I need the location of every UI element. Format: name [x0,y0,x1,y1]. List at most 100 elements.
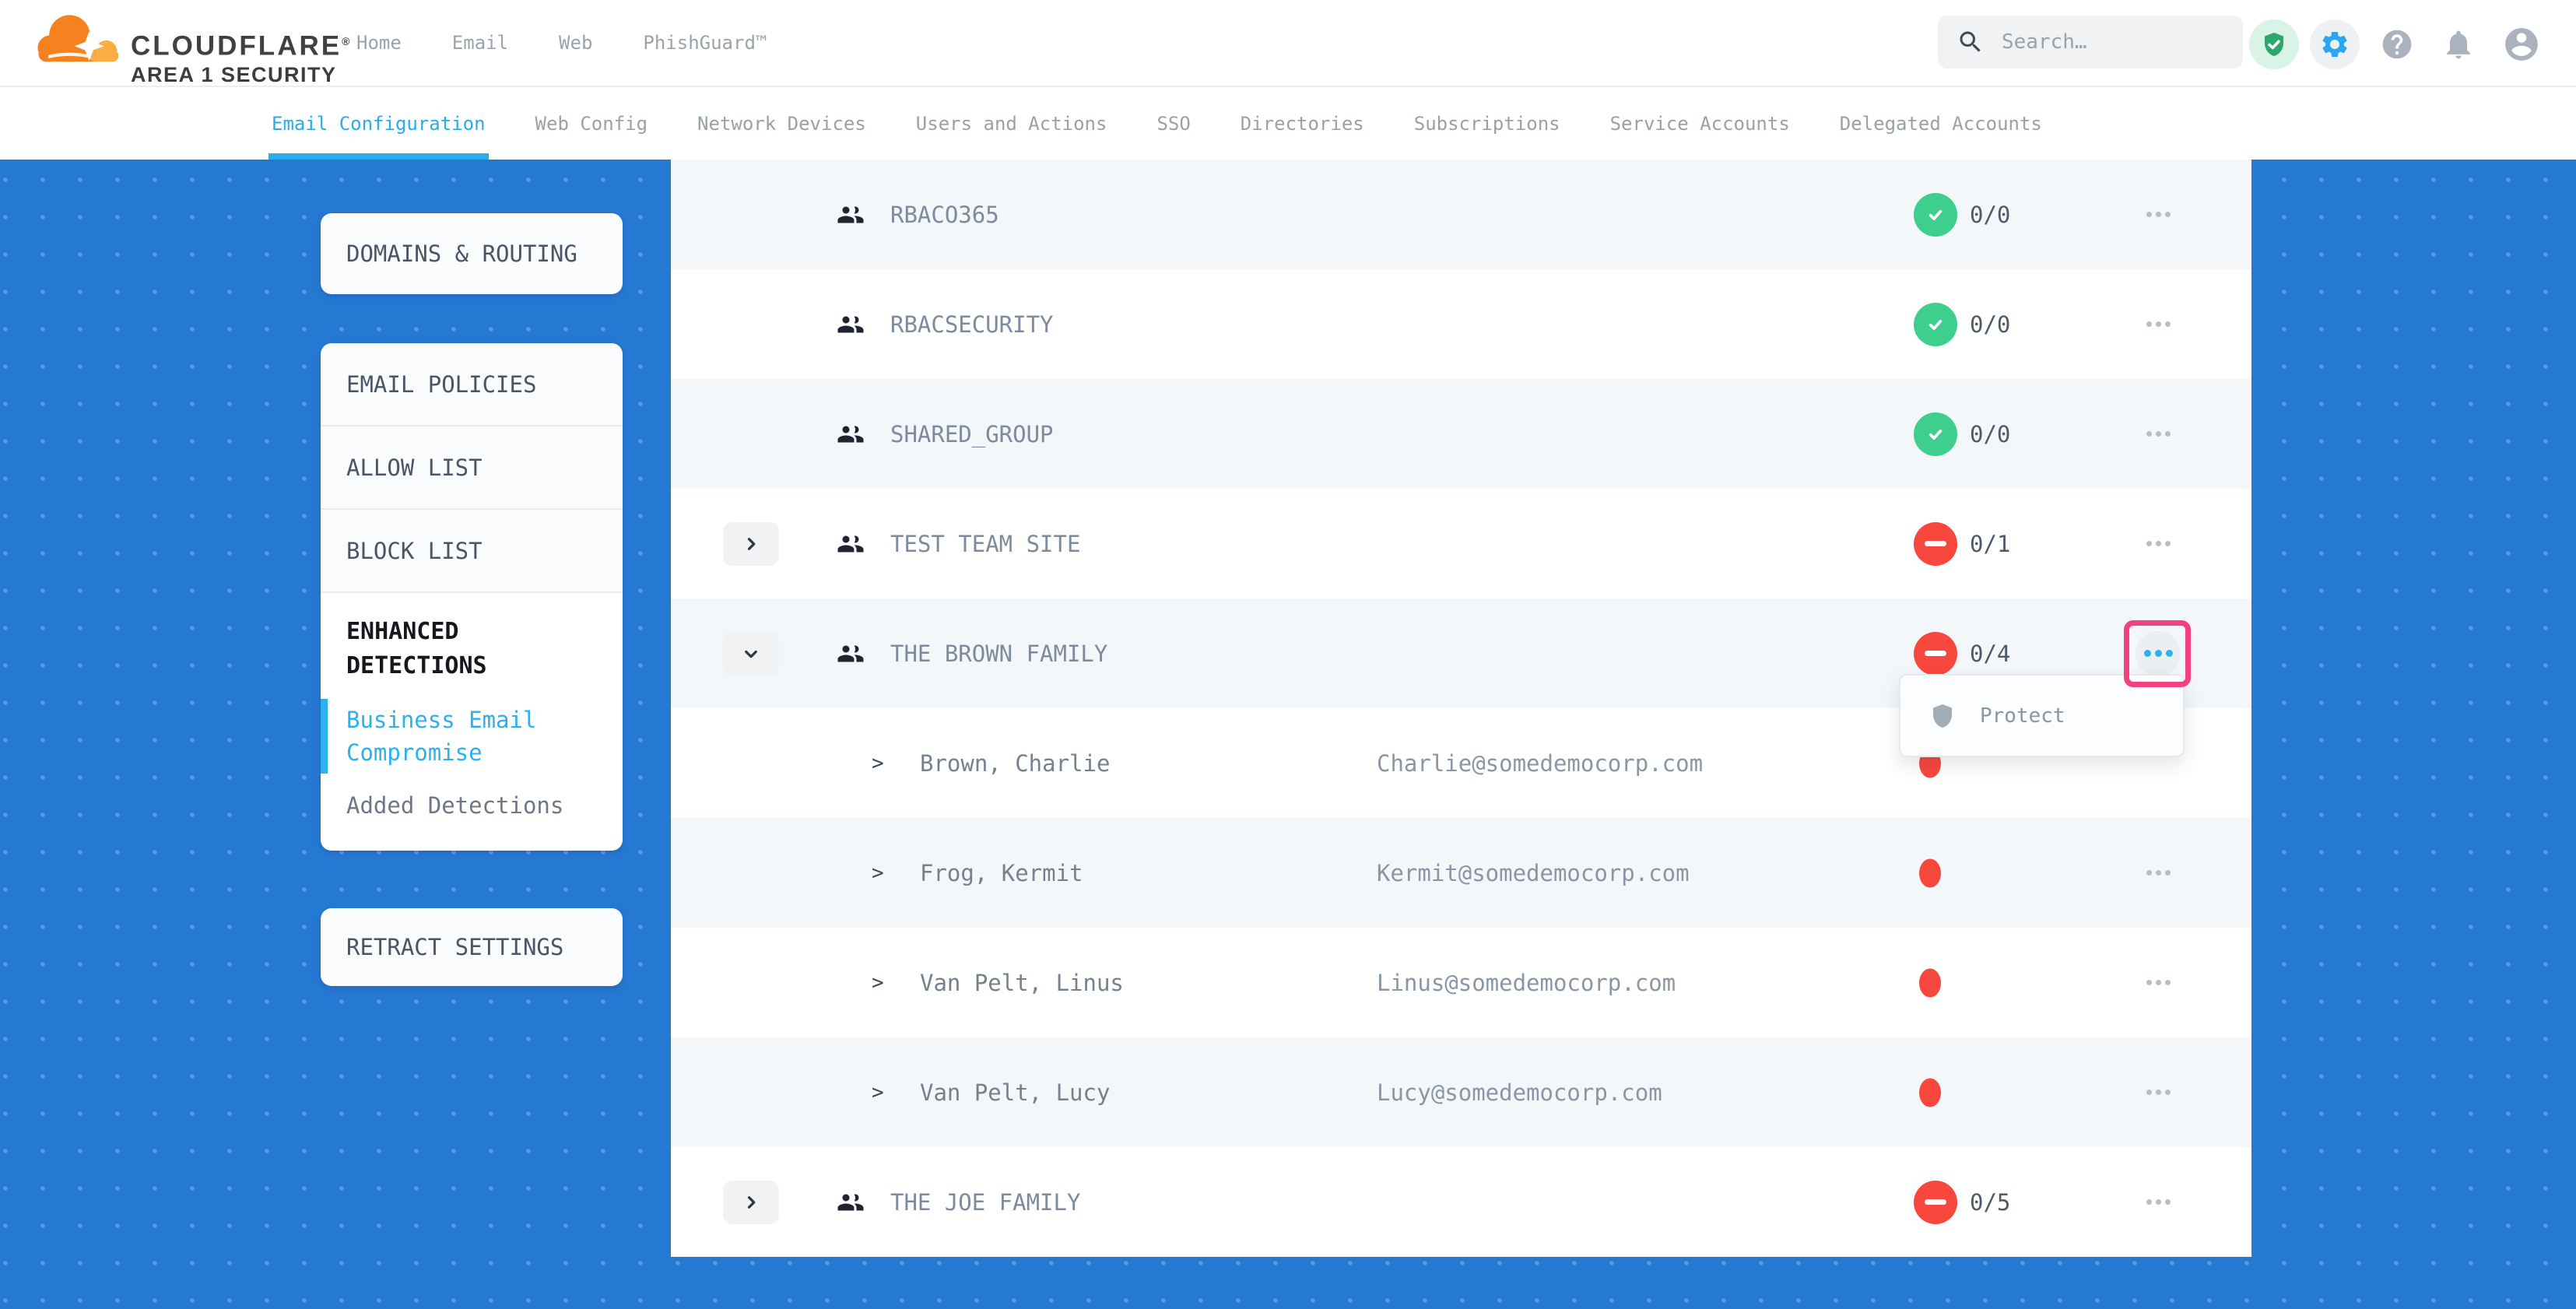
table-row-shared-group: SHARED_GROUP0/0 [671,379,2251,489]
protection-status-button[interactable] [2249,19,2299,69]
tab-directories[interactable]: Directories [1241,87,1364,160]
search-icon [1957,28,1985,56]
area1-security-app: CLOUDFLARE® AREA 1 SECURITY Home Email Web… [0,0,2576,1309]
chevron-right-icon [739,532,763,556]
search-input[interactable] [2000,30,2221,54]
nav-item-home[interactable]: Home [356,32,402,54]
member-name: Frog, Kermit [920,860,1083,886]
ellipsis-icon [2155,650,2162,657]
sidebar-item-business-email-compromise[interactable]: Business Email Compromise [346,704,597,769]
tab-service-accounts[interactable]: Service Accounts [1610,87,1790,160]
tab-sso[interactable]: SSO [1156,87,1190,160]
ellipsis-icon [2146,321,2152,327]
tab-users-and-actions[interactable]: Users and Actions [916,87,1107,160]
status-alert-dot [1919,858,1941,887]
member-name: Van Pelt, Linus [920,970,1124,996]
group-name: THE JOE FAMILY [890,1189,1080,1216]
sidebar-item-enhanced-detections[interactable]: ENHANCED DETECTIONS [346,615,597,683]
expand-row-button[interactable] [723,1181,779,1224]
row-actions-button[interactable] [2136,521,2181,567]
shield-icon [1928,702,1957,730]
sidebar-policies-card: EMAIL POLICIESALLOW LISTBLOCK LIST ENHAN… [321,343,623,851]
groups-table: Protect RBACO3650/0RBACSECURITY0/0SHARED… [671,160,2251,1257]
status-ok-icon [1914,412,1957,456]
sidebar-item-retract-settings[interactable]: RETRACT SETTINGS [321,908,623,986]
ellipsis-icon [2156,321,2161,327]
ellipsis-icon [2156,212,2161,217]
notifications-button[interactable] [2441,27,2476,61]
ellipsis-icon [2156,1090,2161,1095]
member-name: Brown, Charlie [920,750,1110,777]
table-row-frog-kermit: >Frog, KermitKermit@somedemocorp.com [671,818,2251,928]
cloudflare-brand[interactable]: CLOUDFLARE® AREA 1 SECURITY [36,9,349,86]
table-row-test-team-site: TEST TEAM SITE0/1 [671,489,2251,598]
row-actions-button[interactable] [2136,412,2181,457]
row-actions-button[interactable] [2136,1180,2181,1225]
row-actions-button[interactable] [2136,631,2181,676]
collapse-row-button[interactable] [723,632,779,676]
ellipsis-icon [2165,1090,2171,1095]
member-chevron-icon[interactable]: > [872,971,884,995]
ellipsis-icon [2146,212,2152,217]
bell-icon [2441,27,2476,61]
member-chevron-icon[interactable]: > [872,1081,884,1104]
brand-wordmark: CLOUDFLARE [131,31,342,61]
sidebar-item-added-detections[interactable]: Added Detections [346,789,597,822]
sidebar-item-email-policies[interactable]: EMAIL POLICIES [321,343,623,426]
expand-row-button[interactable] [723,522,779,566]
row-actions-button[interactable] [2136,192,2181,237]
nav-item-web[interactable]: Web [559,32,592,54]
tab-email-configuration[interactable]: Email Configuration [272,87,486,160]
status-alert-dot [1919,1078,1941,1107]
group-icon [837,1188,865,1216]
chevron-right-icon [739,1191,763,1214]
check-icon [1922,311,1949,338]
search-box[interactable] [1938,16,2243,68]
brand-text: CLOUDFLARE® AREA 1 SECURITY [131,9,349,86]
tab-web-config[interactable]: Web Config [535,87,648,160]
section-tabbar: Email Configuration Web Config Network Dev… [0,87,2576,160]
help-button[interactable] [2380,27,2414,61]
tab-delegated-accounts[interactable]: Delegated Accounts [1840,87,2042,160]
check-icon [1922,421,1949,447]
ellipsis-icon [2156,431,2161,437]
registered-mark: ® [342,35,349,47]
ellipsis-icon [2146,870,2152,876]
cloudflare-logo-icon [36,9,123,75]
member-chevron-icon[interactable]: > [872,752,884,775]
row-actions-button[interactable] [2136,851,2181,896]
gear-icon [2319,29,2350,60]
ellipsis-icon [2146,1090,2152,1095]
table-row-rbacsecurity: RBACSECURITY 0/0 [671,269,2251,379]
row-actions-button[interactable] [2136,960,2181,1005]
settings-button[interactable] [2310,19,2360,69]
group-name: RBACSECURITY [890,311,1054,338]
check-icon [1922,202,1949,228]
ellipsis-icon [2156,541,2161,546]
menu-item-protect[interactable]: Protect [1980,704,2065,728]
tab-subscriptions[interactable]: Subscriptions [1414,87,1560,160]
member-name: Van Pelt, Lucy [920,1079,1110,1106]
nav-item-phishguard[interactable]: PhishGuard™ [643,32,767,54]
minus-icon [1925,651,1946,656]
row-actions-button[interactable] [2136,1070,2181,1115]
sidebar-item-block-list[interactable]: BLOCK LIST [321,510,623,593]
member-email: Lucy@somedemocorp.com [1377,1079,1662,1106]
sidebar-item-allow-list[interactable]: ALLOW LIST [321,426,623,510]
sidebar-item-domains-routing[interactable]: DOMAINS & ROUTING [321,213,623,294]
member-chevron-icon[interactable]: > [872,862,884,885]
ellipsis-icon [2146,541,2152,546]
row-context-menu: Protect [1899,674,2185,757]
member-email: Charlie@somedemocorp.com [1377,750,1703,777]
ellipsis-icon [2144,650,2151,657]
tab-network-devices[interactable]: Network Devices [697,87,866,160]
ellipsis-icon [2156,1199,2161,1205]
nav-item-email[interactable]: Email [452,32,508,54]
header-icon-cluster [2249,19,2541,69]
row-actions-button[interactable] [2136,302,2181,347]
group-icon [837,640,865,668]
protected-count: 0/0 [1970,311,2010,338]
ellipsis-icon [2166,650,2173,657]
account-button[interactable] [2502,25,2541,64]
ellipsis-icon [2165,1199,2171,1205]
